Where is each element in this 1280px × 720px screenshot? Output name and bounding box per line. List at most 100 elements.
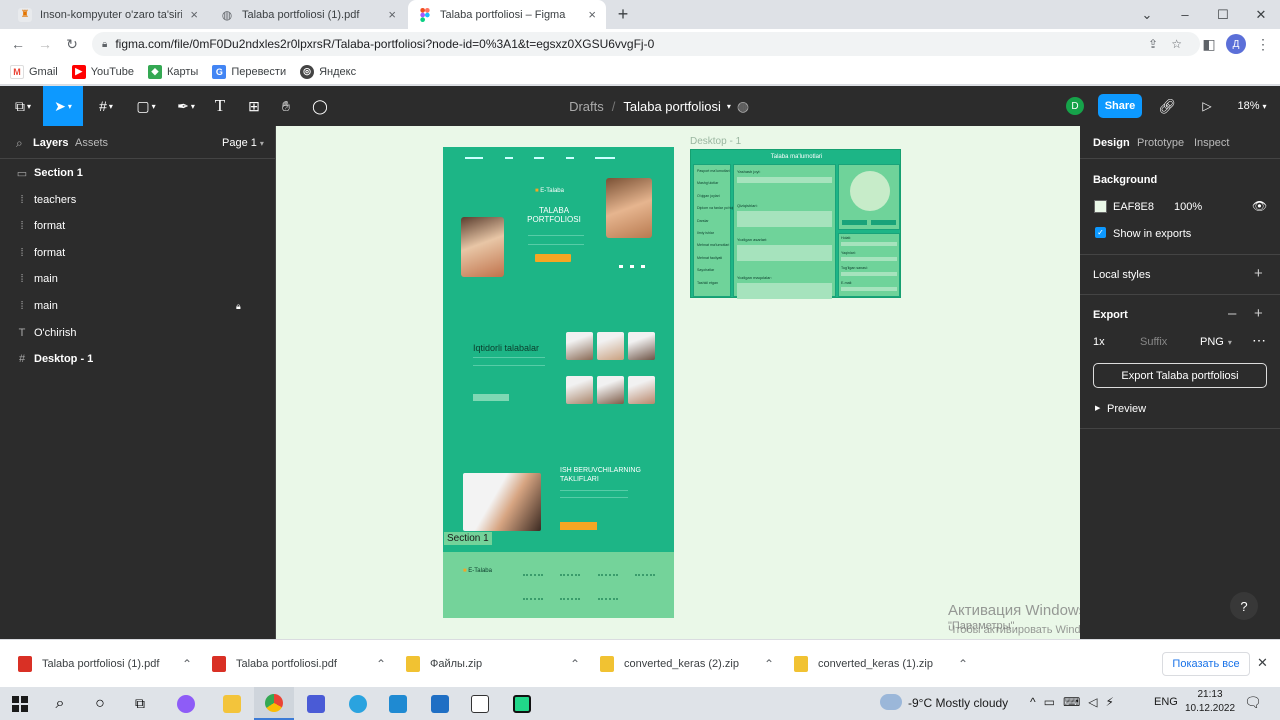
share-button[interactable]: Share bbox=[1098, 94, 1142, 118]
search-icon[interactable]: ⌕ bbox=[16, 136, 23, 151]
vscode-icon[interactable] bbox=[378, 687, 418, 720]
tab-prototype[interactable]: Prototype bbox=[1137, 137, 1184, 149]
export-suffix-input[interactable]: Suffix bbox=[1140, 336, 1167, 348]
share-page-icon[interactable]: ⇪ bbox=[1148, 37, 1158, 51]
shape-tool-icon[interactable]: ▢ ▾ bbox=[128, 86, 164, 126]
layer-row[interactable]: ⁞ teachers bbox=[0, 187, 276, 213]
caret-right-icon[interactable]: ▶ bbox=[1095, 404, 1100, 412]
download-item[interactable]: converted_keras (2).zip ⌃ bbox=[600, 640, 774, 688]
mail-icon[interactable] bbox=[420, 687, 460, 720]
frame-tool-icon[interactable]: # ▾ bbox=[88, 86, 124, 126]
bookmark-gmail[interactable]: M Gmail bbox=[10, 64, 58, 79]
browser-tab-2[interactable]: ◍ Talaba portfoliosi (1).pdf × bbox=[210, 0, 406, 29]
globe-icon[interactable]: ◍ bbox=[734, 86, 752, 126]
present-play-icon[interactable]: ▷ bbox=[1196, 86, 1218, 126]
figma-canvas[interactable]: ■ E-Talaba TALABA PORTFOLIOSI Iqtidorli … bbox=[276, 126, 1080, 639]
layer-row[interactable]: ⁞ main bbox=[0, 266, 276, 292]
app-purple-icon[interactable] bbox=[166, 687, 206, 720]
breadcrumb-drafts[interactable]: Drafts bbox=[569, 99, 604, 114]
download-item[interactable]: converted_keras (1).zip ⌃ bbox=[794, 640, 968, 688]
export-options-icon[interactable]: ⋯ bbox=[1252, 332, 1266, 349]
add-export-icon[interactable]: + bbox=[1254, 305, 1263, 322]
window-close-icon[interactable]: ✕ bbox=[1242, 0, 1280, 29]
task-view-icon[interactable]: ⧉ bbox=[120, 687, 160, 720]
windows-start-icon[interactable] bbox=[0, 687, 40, 720]
layer-row[interactable]: ⁞ main 🔒︎ bbox=[0, 293, 276, 319]
move-tool-icon[interactable]: ➤ ▾ bbox=[43, 86, 83, 126]
layer-row[interactable]: ⁞ format bbox=[0, 240, 276, 266]
pen-tool-icon[interactable]: ✒ ▾ bbox=[168, 86, 204, 126]
clock-time[interactable]: 21:13 bbox=[1190, 689, 1230, 700]
profile-avatar[interactable]: Д bbox=[1226, 34, 1246, 54]
preview-toggle[interactable]: Preview bbox=[1107, 403, 1146, 415]
page-selector[interactable]: Page 1 ▾ bbox=[222, 137, 264, 149]
close-downloads-icon[interactable]: ✕ bbox=[1257, 655, 1268, 671]
text-tool-icon[interactable]: T bbox=[208, 86, 232, 126]
user-avatar[interactable]: D bbox=[1066, 97, 1084, 115]
chevron-down-icon[interactable]: ▾ bbox=[727, 102, 731, 111]
bookmark-star-icon[interactable]: ☆ bbox=[1171, 37, 1182, 51]
help-button[interactable]: ? bbox=[1230, 592, 1258, 620]
weather-text[interactable]: -9°C Mostly cloudy bbox=[908, 696, 1008, 710]
language-indicator[interactable]: ENG bbox=[1154, 696, 1178, 708]
tab-close-icon[interactable]: × bbox=[190, 7, 198, 22]
telegram-icon[interactable] bbox=[338, 687, 378, 720]
download-item[interactable]: Файлы.zip ⌃ bbox=[406, 640, 580, 688]
export-format-select[interactable]: PNG ▾ bbox=[1200, 336, 1232, 348]
pycharm-icon[interactable] bbox=[502, 687, 542, 720]
show-in-exports-checkbox[interactable]: ✓ bbox=[1095, 227, 1106, 238]
tab-search-icon[interactable]: ⌄ bbox=[1128, 0, 1166, 29]
clock-date[interactable]: 10.12.2022 bbox=[1182, 703, 1238, 714]
tab-assets[interactable]: Assets bbox=[75, 137, 108, 149]
address-bar[interactable]: 🔒︎ figma.com/file/0mF0Du2ndxles2r0lpxrsR… bbox=[92, 32, 1200, 56]
zoom-menu[interactable]: 18% ▾ bbox=[1232, 86, 1272, 126]
desktop-1-frame[interactable]: Talaba ma'lumotlari Pasport ma'lumotlari… bbox=[690, 149, 901, 299]
add-style-icon[interactable]: + bbox=[1254, 265, 1263, 282]
chevron-up-icon[interactable]: ⌃ bbox=[764, 657, 774, 671]
landing-frame[interactable]: ■ E-Talaba TALABA PORTFOLIOSI Iqtidorli … bbox=[443, 147, 674, 618]
browser-tab-3-active[interactable]: Talaba portfoliosi – Figma × bbox=[408, 0, 606, 29]
lock-icon[interactable]: 🔒︎ bbox=[236, 301, 241, 312]
remove-export-icon[interactable]: – bbox=[1228, 305, 1236, 322]
new-tab-button[interactable]: + bbox=[604, 0, 642, 29]
word-icon[interactable] bbox=[460, 687, 500, 720]
background-color-swatch[interactable] bbox=[1094, 200, 1107, 213]
tab-inspect[interactable]: Inspect bbox=[1194, 137, 1229, 149]
tab-close-icon[interactable]: × bbox=[388, 7, 396, 22]
frame-label[interactable]: Desktop - 1 bbox=[690, 136, 741, 147]
background-hex[interactable]: EAF8E8 bbox=[1113, 201, 1154, 213]
notifications-icon[interactable]: 🗨︎ bbox=[1244, 694, 1262, 711]
side-panel-icon[interactable]: ◧ bbox=[1196, 31, 1222, 57]
app-blue-icon[interactable] bbox=[296, 687, 336, 720]
visibility-eye-icon[interactable]: 👁︎ bbox=[1252, 199, 1267, 213]
download-item[interactable]: Talaba portfoliosi (1).pdf ⌃ bbox=[18, 640, 192, 688]
layer-row[interactable]: # Desktop - 1 bbox=[0, 346, 276, 372]
minimize-icon[interactable]: – bbox=[1166, 0, 1204, 29]
reload-icon[interactable]: ↻ bbox=[59, 31, 85, 57]
menu-kebab-icon[interactable]: ⋮ bbox=[1250, 31, 1276, 57]
chevron-up-icon[interactable]: ⌃ bbox=[958, 657, 968, 671]
export-button[interactable]: Export Talaba portfoliosi bbox=[1093, 363, 1267, 388]
layer-row[interactable]: T O'chirish bbox=[0, 320, 276, 346]
section-label[interactable]: Section 1 bbox=[444, 532, 492, 545]
layer-row[interactable]: ▭ Section 1 bbox=[0, 160, 276, 186]
cortana-icon[interactable]: ○ bbox=[80, 687, 120, 720]
copy-link-icon[interactable]: 🔗︎ bbox=[1156, 86, 1178, 126]
figma-main-menu-icon[interactable]: ⧉ ▾ bbox=[4, 86, 42, 126]
maximize-icon[interactable]: ☐ bbox=[1204, 0, 1242, 29]
bookmark-youtube[interactable]: ▶ YouTube bbox=[71, 64, 134, 79]
chevron-up-icon[interactable]: ⌃ bbox=[570, 657, 580, 671]
show-all-downloads-button[interactable]: Показать все bbox=[1162, 652, 1250, 676]
background-opacity[interactable]: 100% bbox=[1174, 201, 1202, 213]
forward-icon[interactable]: → bbox=[32, 31, 58, 57]
comment-tool-icon[interactable]: ◯ bbox=[308, 86, 332, 126]
file-name[interactable]: Talaba portfoliosi bbox=[623, 99, 721, 114]
tab-design[interactable]: Design bbox=[1093, 137, 1130, 149]
tab-layers[interactable]: Layers bbox=[33, 137, 68, 149]
chevron-up-icon[interactable]: ⌃ bbox=[182, 657, 192, 671]
resources-icon[interactable]: ⊞ bbox=[242, 86, 266, 126]
file-explorer-icon[interactable] bbox=[212, 687, 252, 720]
system-tray-icons[interactable]: ^▭⌨◁⚡︎ bbox=[1030, 695, 1122, 709]
export-scale[interactable]: 1x bbox=[1093, 336, 1105, 348]
download-item[interactable]: Talaba portfoliosi.pdf ⌃ bbox=[212, 640, 386, 688]
